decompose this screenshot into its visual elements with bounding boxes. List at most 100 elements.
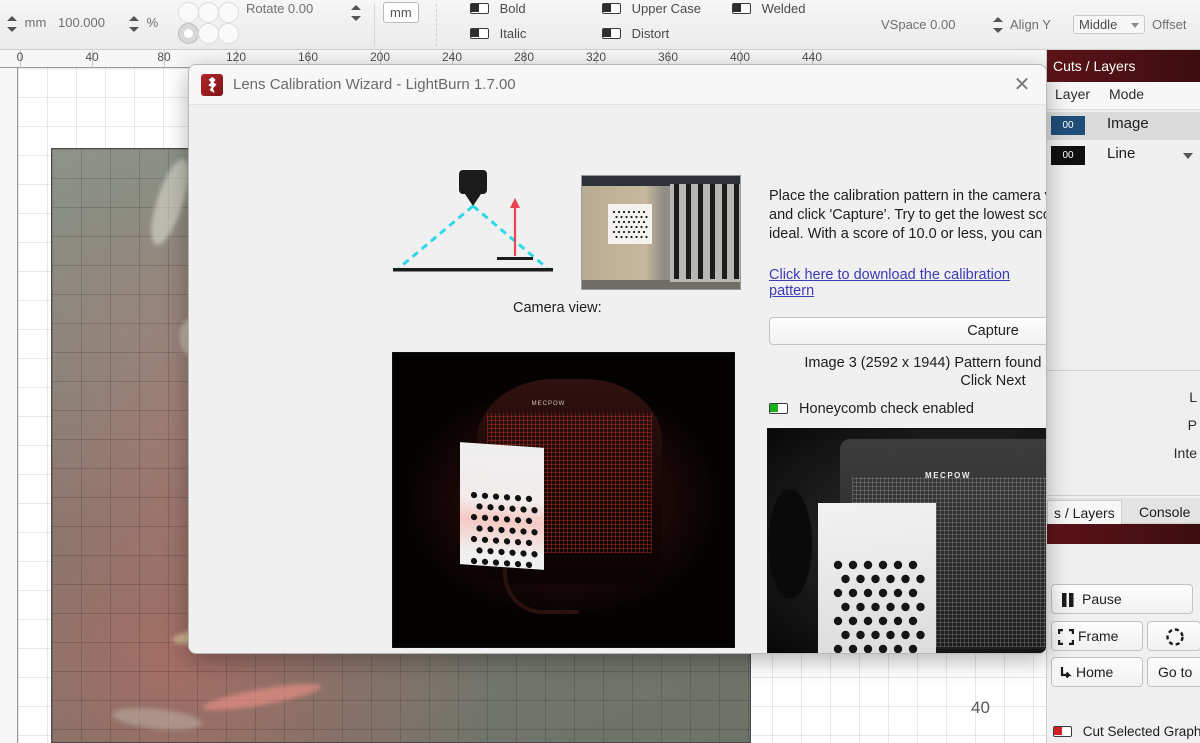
scale-spinner[interactable]: % (128, 14, 158, 34)
frame-label: Frame (1078, 628, 1119, 644)
cut-label-1: L (1189, 389, 1197, 405)
italic-toggle[interactable]: Italic (470, 26, 526, 41)
status-text: Image 3 (2592 x 1944) Pattern found - Sc… (769, 354, 1046, 390)
tab-cuts-layers[interactable]: s / Layers (1047, 500, 1122, 524)
pause-button[interactable]: Pause (1051, 584, 1193, 614)
right-dock: Cuts / Layers Layer Mode 00 Image 00 Lin… (971, 50, 1200, 743)
ruler-label: 160 (297, 50, 319, 64)
chevron-down-icon (1131, 22, 1139, 28)
status-line-1: Image 3 (2592 x 1944) Pattern found - Sc… (804, 355, 1046, 371)
toggle-off-icon[interactable] (732, 3, 751, 14)
circle-frame-button[interactable] (1147, 621, 1200, 651)
table-row[interactable]: 00 Line (1047, 142, 1200, 170)
spinner-arrows-icon[interactable] (6, 14, 17, 34)
origin-cell-br[interactable] (218, 23, 239, 44)
ruler-label: 0 (16, 50, 24, 64)
tab-console[interactable]: Console (1133, 500, 1196, 524)
toggle-off-icon[interactable] (470, 28, 489, 39)
offset-label: Offset (1152, 17, 1187, 32)
capture-button[interactable]: Capture (769, 317, 1046, 345)
cut-selected-graphics-toggle[interactable]: Cut Selected Graphics (1053, 724, 1200, 739)
ruler-label: 360 (657, 50, 679, 64)
scale-value[interactable]: 100.000 (58, 15, 105, 30)
lens-calibration-wizard-dialog: Lens Calibration Wizard - LightBurn 1.7.… (188, 64, 1047, 654)
ruler-label: 280 (513, 50, 535, 64)
table-row[interactable]: 00 Image (1047, 112, 1200, 140)
camera-setup-diagram (393, 170, 553, 272)
ruler-label: 200 (369, 50, 391, 64)
spinner-arrows-icon[interactable] (128, 14, 139, 34)
lightburn-logo-icon (201, 74, 223, 96)
origin-cell-tl[interactable] (178, 2, 199, 23)
ruler-label: 440 (801, 50, 823, 64)
dialog-titlebar[interactable]: Lens Calibration Wizard - LightBurn 1.7.… (189, 65, 1046, 105)
cut-label-3: Inte (1173, 445, 1197, 461)
toggle-on-icon[interactable] (1053, 726, 1072, 737)
cut-selected-graphics-label: Cut Selected Graphics (1082, 724, 1200, 739)
layer-swatch[interactable]: 00 (1051, 146, 1085, 165)
download-pattern-link[interactable]: Click here to download the calibration p… (769, 267, 1046, 299)
status-line-2: Click Next (960, 373, 1026, 389)
align-y-value: Middle (1079, 17, 1118, 32)
chevron-down-icon[interactable] (1183, 153, 1193, 159)
vspace-spinner[interactable] (992, 15, 1003, 35)
toggle-off-icon[interactable] (602, 3, 621, 14)
laser-panel-header (1047, 524, 1200, 544)
origin-cell-tc[interactable] (198, 2, 219, 23)
layer-swatch[interactable]: 00 (1051, 116, 1085, 135)
dialog-instructions: Place the calibration pattern in the cam… (769, 188, 1046, 242)
speed-value: 40 (971, 698, 990, 717)
unit-label: mm (24, 15, 47, 31)
toggle-off-icon[interactable] (602, 28, 621, 39)
honeycomb-check-label: Honeycomb check enabled (799, 401, 974, 417)
spinner-arrows-icon[interactable] (992, 15, 1003, 35)
preview-brand-color: MECPOW (531, 401, 566, 407)
camera-preview-gray: MECPOW (767, 428, 1046, 653)
pause-label: Pause (1082, 591, 1122, 607)
layer-mode[interactable]: Image (1107, 115, 1149, 132)
ruler-label: 120 (225, 50, 247, 64)
align-y-combo[interactable]: Middle (1073, 15, 1145, 34)
honeycomb-check-toggle[interactable]: Honeycomb check enabled (769, 401, 974, 417)
ruler-label: 400 (729, 50, 751, 64)
frame-icon (1058, 629, 1074, 645)
italic-label: Italic (499, 26, 527, 41)
ruler-label: 320 (585, 50, 607, 64)
unit-combo[interactable]: mm (383, 2, 419, 23)
go-to-origin-button[interactable]: Go to (1147, 657, 1200, 687)
origin-anchor-grid[interactable] (178, 2, 240, 46)
column-header-layer: Layer (1055, 86, 1091, 102)
top-toolbar: mm 100.000 % Rotate 0.00 mm Bold Italic … (0, 0, 1200, 50)
distort-toggle[interactable]: Distort (602, 26, 669, 41)
reference-photo (581, 175, 741, 290)
origin-cell-tr[interactable] (218, 2, 239, 23)
circle-frame-icon (1166, 628, 1184, 646)
percent-label: % (146, 15, 159, 31)
upper-case-label: Upper Case (631, 1, 701, 16)
layer-mode[interactable]: Line (1107, 145, 1135, 162)
toggle-off-icon[interactable] (470, 3, 489, 14)
welded-label: Welded (761, 1, 806, 16)
origin-cell-bl[interactable] (178, 23, 199, 44)
cut-settings-panel: L P Inte (1047, 370, 1200, 496)
bold-toggle[interactable]: Bold (470, 1, 526, 16)
toggle-on-icon[interactable] (769, 403, 788, 414)
dock-tabstrip: s / Layers Console (1047, 498, 1200, 524)
bold-label: Bold (499, 1, 526, 16)
go-to-label: Go to (1158, 664, 1193, 680)
frame-button[interactable]: Frame (1051, 621, 1143, 651)
home-icon (1060, 667, 1072, 679)
vertical-ruler[interactable] (0, 68, 18, 743)
home-button[interactable]: Home (1051, 657, 1143, 687)
spinner-arrows-icon[interactable] (350, 3, 361, 23)
vspace-label: VSpace 0.00 (881, 17, 956, 32)
camera-view-label: Camera view: (513, 300, 602, 316)
rotate-spinner[interactable] (350, 3, 361, 23)
unit-spinner[interactable]: mm (6, 14, 46, 34)
origin-cell-bc[interactable] (198, 23, 219, 44)
ruler-label: 80 (157, 50, 171, 64)
upper-case-toggle[interactable]: Upper Case (602, 1, 701, 16)
welded-toggle[interactable]: Welded (732, 1, 805, 16)
rotate-label: Rotate 0.00 (246, 1, 314, 16)
close-icon[interactable]: ✕ (1010, 74, 1034, 98)
